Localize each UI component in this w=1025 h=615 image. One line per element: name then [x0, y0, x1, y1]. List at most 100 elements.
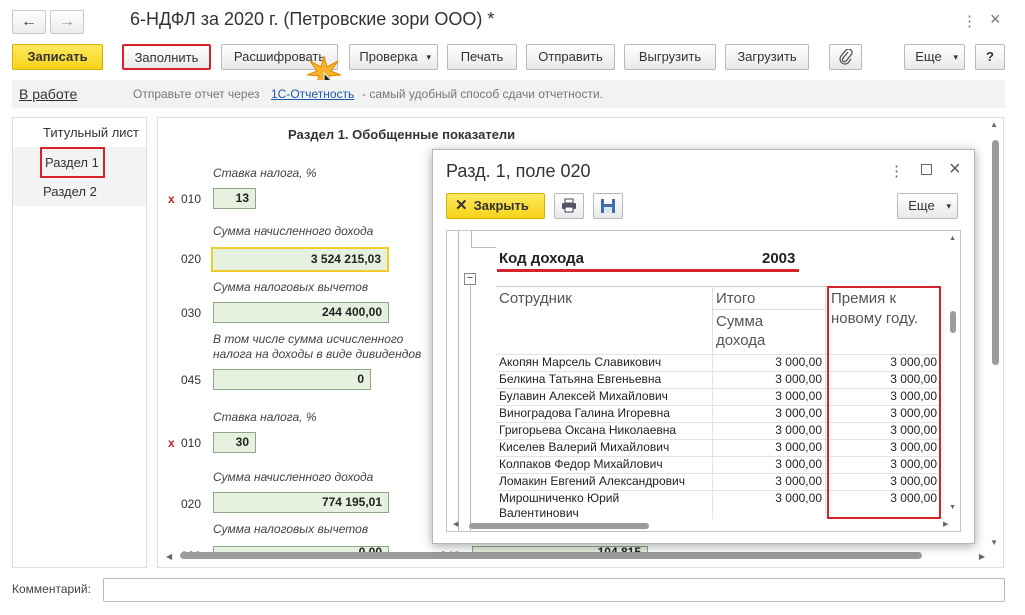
total-income-cell[interactable]: 3 000,00 [716, 474, 822, 488]
arrow-right-icon: → [59, 13, 75, 30]
comment-input[interactable] [103, 578, 1005, 602]
window-menu-icon[interactable]: ⋮ [962, 12, 977, 30]
floppy-disk-icon [601, 199, 615, 213]
nav-item-section-1[interactable]: Раздел 1 [40, 147, 105, 178]
scroll-right-icon[interactable]: ▶ [979, 552, 985, 561]
total-income-cell[interactable]: 3 000,00 [716, 355, 822, 369]
check-button-label: Проверка [359, 49, 418, 64]
employee-name-cell[interactable]: Виноградова Галина Игоревна [499, 406, 670, 420]
help-button[interactable]: ? [975, 44, 1005, 70]
check-dropdown-button[interactable]: Проверка ▾ [349, 44, 438, 70]
dropdown-arrow-icon: ▾ [953, 52, 958, 62]
scroll-up-icon[interactable]: ▲ [949, 235, 956, 242]
bonus-column-highlight [827, 286, 941, 519]
export-button[interactable]: Выгрузить [624, 44, 716, 70]
accrued-income-label: Сумма начисленного дохода [213, 470, 374, 484]
forward-button[interactable]: → [50, 10, 84, 34]
info-message-suffix: - самый удобный способ сдачи отчетности. [362, 87, 604, 101]
accrued-income-label: Сумма начисленного дохода [213, 224, 374, 238]
vertical-scrollbar-thumb[interactable] [950, 311, 956, 333]
employee-name-cell[interactable]: Колпаков Федор Михайлович [499, 457, 663, 471]
status-link[interactable]: В работе [19, 86, 77, 102]
scroll-left-icon[interactable]: ◀ [453, 520, 458, 528]
nav-item-title-page[interactable]: Титульный лист [43, 125, 139, 140]
vertical-scrollbar-thumb[interactable] [992, 140, 999, 365]
grid-line [825, 286, 826, 354]
tax-rate-field[interactable]: 30 [213, 432, 256, 453]
tax-rate-field[interactable]: 13 [213, 188, 256, 209]
employee-name-cell-line2: Валентинович [499, 506, 579, 520]
col-header-employee: Сотрудник [499, 290, 572, 307]
dividends-label-line2: налога на доходы в виде дивидендов [213, 347, 422, 361]
info-bar: В работе Отправьте отчет через 1С-Отчетн… [12, 80, 1005, 108]
more-button[interactable]: Еще ▾ [904, 44, 965, 70]
outline-line [458, 231, 459, 531]
grid-line [825, 354, 826, 519]
tax-deductions-field[interactable]: 244 400,00 [213, 302, 389, 323]
employee-name-cell[interactable]: Мирошниченко Юрий [499, 491, 619, 505]
grid-line [712, 309, 825, 310]
employee-name-cell[interactable]: Белкина Татьяна Евгеньевна [499, 372, 661, 386]
line-code: 020 [181, 497, 202, 511]
employee-name-cell[interactable]: Ломакин Евгений Александрович [499, 474, 685, 488]
tax-rate-label: Ставка налога, % [213, 166, 317, 180]
total-income-cell[interactable]: 3 000,00 [716, 423, 822, 437]
line-code: 010 [181, 436, 202, 450]
required-mark: x [168, 192, 175, 206]
scroll-down-icon[interactable]: ▼ [990, 538, 998, 547]
total-income-cell[interactable]: 3 000,00 [716, 457, 822, 471]
window-close-icon[interactable]: × [990, 9, 1001, 30]
col-header-total: Итого [716, 290, 756, 307]
popup-close-icon[interactable]: × [949, 158, 961, 181]
employee-name-cell[interactable]: Акопян Марсель Славикович [499, 355, 661, 369]
popup-maximize-icon[interactable] [921, 164, 932, 175]
dividends-tax-field[interactable]: 0 [213, 369, 371, 390]
horizontal-scrollbar-thumb[interactable] [469, 523, 649, 529]
collapse-group-icon[interactable]: − [464, 273, 476, 285]
horizontal-scrollbar-thumb[interactable] [180, 552, 922, 559]
nav-item-label: Раздел 1 [45, 155, 99, 170]
required-mark: x [168, 436, 175, 450]
income-code-value: 2003 [762, 250, 796, 267]
send-button[interactable]: Отправить [526, 44, 615, 70]
fill-button[interactable]: Заполнить [122, 44, 211, 70]
back-button[interactable]: ← [12, 10, 46, 34]
line-code: 020 [181, 252, 202, 266]
line-code: 010 [181, 192, 202, 206]
reporting-service-link[interactable]: 1С-Отчетность [271, 87, 354, 101]
scroll-up-icon[interactable]: ▲ [990, 120, 998, 129]
grid-line [712, 354, 713, 519]
employee-name-cell[interactable]: Григорьева Оксана Николаевна [499, 423, 676, 437]
employee-name-cell[interactable]: Булавин Алексей Михайлович [499, 389, 668, 403]
nav-item-section-2[interactable]: Раздел 2 [43, 184, 97, 199]
tax-deductions-label: Сумма налоговых вычетов [213, 522, 369, 536]
accrued-income-field[interactable]: 3 524 215,03 [211, 247, 389, 272]
outline-line [471, 231, 472, 247]
popup-print-button[interactable] [554, 193, 584, 219]
popup-title: Разд. 1, поле 020 [446, 161, 591, 181]
total-income-cell[interactable]: 3 000,00 [716, 406, 822, 420]
save-button[interactable]: Записать [12, 44, 103, 70]
total-income-cell[interactable]: 3 000,00 [716, 491, 822, 505]
import-button[interactable]: Загрузить [725, 44, 809, 70]
print-button[interactable]: Печать [447, 44, 517, 70]
accrued-income-field[interactable]: 774 195,01 [213, 492, 389, 513]
total-income-cell[interactable]: 3 000,00 [716, 372, 822, 386]
scroll-right-icon[interactable]: ▶ [943, 520, 948, 528]
attach-button[interactable] [829, 44, 862, 70]
scroll-left-icon[interactable]: ◀ [166, 552, 172, 561]
popup-save-button[interactable] [593, 193, 623, 219]
total-income-cell[interactable]: 3 000,00 [716, 440, 822, 454]
tax-rate-label: Ставка налога, % [213, 410, 317, 424]
popup-more-button[interactable]: Еще ▾ [897, 193, 958, 219]
close-button[interactable]: ✕ Закрыть [446, 193, 545, 219]
more-button-label: Еще [915, 49, 942, 64]
line-code: 045 [181, 373, 202, 387]
underline-highlight [497, 269, 799, 272]
popup-menu-icon[interactable]: ⋮ [889, 162, 904, 180]
total-income-cell[interactable]: 3 000,00 [716, 389, 822, 403]
scroll-down-icon[interactable]: ▼ [949, 504, 956, 511]
window-title: 6-НДФЛ за 2020 г. (Петровские зори ООО) … [130, 9, 495, 29]
printer-icon [562, 198, 576, 213]
employee-name-cell[interactable]: Киселев Валерий Михайлович [499, 440, 669, 454]
